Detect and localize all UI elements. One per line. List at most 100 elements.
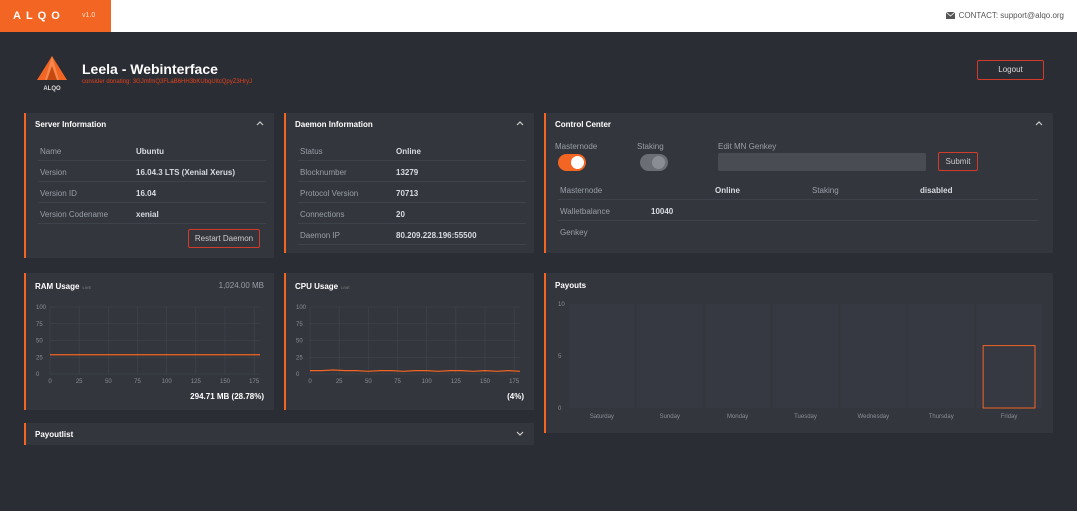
x-tick-label: Monday — [727, 414, 748, 420]
daemon-row-protocol: Protocol Version 70713 — [298, 183, 526, 203]
restart-daemon-button[interactable]: Restart Daemon — [188, 229, 260, 248]
daemon-info-panel: Daemon Information Status Online Blocknu… — [284, 113, 534, 253]
row-key: Daemon IP — [300, 231, 341, 240]
row-value: 13279 — [396, 168, 419, 177]
bar-background — [840, 304, 907, 408]
row-value: 20 — [396, 210, 405, 219]
bar-background — [636, 304, 703, 408]
bar-background — [704, 304, 771, 408]
row-value: 70713 — [396, 189, 419, 198]
y-tick-label: 50 — [296, 339, 303, 345]
x-tick-label: Friday — [1001, 414, 1018, 420]
daemon-row-connections: Connections 20 — [298, 204, 526, 224]
x-tick-label: 150 — [480, 379, 491, 385]
y-tick-label: 25 — [36, 355, 43, 361]
control-center-panel: Control Center Masternode Staking Edit M… — [544, 113, 1053, 253]
x-tick-label: 100 — [162, 379, 173, 385]
daemon-row-blocknumber: Blocknumber 13279 — [298, 162, 526, 182]
staking-toggle-label: Staking — [637, 142, 664, 151]
row-key: Staking — [812, 186, 839, 195]
control-center-title: Control Center — [555, 120, 611, 129]
row-value: 16.04 — [136, 189, 157, 198]
ram-usage-chart: 0 25 50 75 100 0 25 50 75 100 125 150 175 — [36, 305, 260, 385]
masternode-toggle[interactable] — [558, 154, 586, 171]
submit-button[interactable]: Submit — [938, 152, 978, 171]
row-key: Name — [40, 147, 62, 156]
bar-background — [976, 304, 1042, 408]
payouts-panel: Payouts 0 5 10 Saturday Sunday Monday Tuesday W… — [544, 273, 1053, 433]
x-tick-label: 75 — [394, 379, 401, 385]
payoutlist-header[interactable]: Payoutlist — [26, 423, 534, 445]
server-row-codename: Version Codename xenial — [38, 204, 266, 224]
contact-text: CONTACT: support@alqo.org — [958, 11, 1064, 20]
y-tick-label: 0 — [36, 372, 40, 378]
ram-footer: 294.71 MB (28.78%) — [190, 392, 264, 401]
x-tick-label: 50 — [105, 379, 112, 385]
x-tick-label: 175 — [509, 379, 520, 385]
row-key: Version ID — [40, 189, 77, 198]
row-value: 16.04.3 LTS (Xenial Xerus) — [136, 168, 236, 177]
row-key: Protocol Version — [300, 189, 359, 198]
row-key: Connections — [300, 210, 345, 219]
cpu-footer: (4%) — [507, 392, 524, 401]
x-tick-label: 25 — [76, 379, 83, 385]
genkey-input[interactable] — [718, 153, 926, 171]
chevron-up-icon[interactable] — [516, 119, 524, 127]
server-info-panel: Server Information Name Ubuntu Version 1… — [24, 113, 274, 258]
donate-text: consider donating: 3GJmfmQ3FLaB6HH3bKUbq… — [82, 79, 253, 85]
x-tick-label: Saturday — [590, 414, 614, 420]
toggle-knob — [571, 156, 584, 169]
payoutlist-panel[interactable]: Payoutlist — [24, 423, 534, 445]
y-tick-label: 25 — [296, 355, 303, 361]
x-tick-label: 75 — [134, 379, 141, 385]
row-key: Version — [40, 168, 67, 177]
y-tick-label: 50 — [36, 339, 43, 345]
row-value: xenial — [136, 210, 159, 219]
chevron-up-icon[interactable] — [1035, 119, 1043, 127]
daemon-info-header[interactable]: Daemon Information — [286, 113, 534, 135]
payouts-chart: 0 5 10 Saturday Sunday Monday Tuesday Wednesday… — [558, 302, 1042, 420]
chevron-up-icon[interactable] — [256, 119, 264, 127]
chevron-down-icon[interactable] — [516, 429, 524, 437]
server-row-version-id: Version ID 16.04 — [38, 183, 266, 203]
top-bar: ALQO v1.0 CONTACT: support@alqo.org — [0, 0, 1077, 32]
brand-logo[interactable]: ALQO v1.0 — [0, 0, 111, 32]
row-value: Online — [715, 186, 740, 195]
cpu-usage-panel: CPU Usage LIVE 0 25 50 75 100 0 25 50 75 100 125 150… — [284, 273, 534, 410]
row-value: 80.209.228.196:55500 — [396, 231, 477, 240]
bar-background — [908, 304, 975, 408]
staking-toggle[interactable] — [640, 154, 668, 171]
ram-usage-panel: RAM Usage LIVE 1,024.00 MB 0 25 50 75 100 0 25 5… — [24, 273, 274, 410]
x-tick-label: Thursday — [929, 414, 954, 420]
row-key: Walletbalance — [560, 207, 610, 216]
row-key: Genkey — [560, 228, 588, 237]
contact-link[interactable]: CONTACT: support@alqo.org — [945, 11, 1064, 20]
x-tick-label: 0 — [48, 379, 52, 385]
server-info-header[interactable]: Server Information — [26, 113, 274, 135]
row-value: disabled — [920, 186, 953, 195]
page-header: ALQO Leela - Webinterface consider donat… — [0, 32, 1077, 106]
server-row-name: Name Ubuntu — [38, 141, 266, 161]
y-tick-label: 100 — [36, 305, 47, 311]
genkey-label: Edit MN Genkey — [718, 142, 777, 151]
brand-version: v1.0 — [82, 12, 96, 19]
x-tick-label: 175 — [249, 379, 260, 385]
status-row-walletbalance: Walletbalance 10040 — [558, 201, 1038, 221]
cpu-usage-chart: 0 25 50 75 100 0 25 50 75 100 125 150 175 — [296, 305, 521, 385]
daemon-row-status: Status Online — [298, 141, 526, 161]
server-row-version: Version 16.04.3 LTS (Xenial Xerus) — [38, 162, 266, 182]
y-tick-label: 100 — [296, 305, 307, 311]
y-tick-label: 10 — [558, 302, 565, 308]
x-tick-label: 125 — [191, 379, 202, 385]
y-tick-label: 0 — [296, 372, 300, 378]
x-tick-label: 150 — [220, 379, 231, 385]
x-tick-label: 0 — [308, 379, 312, 385]
x-tick-label: Wednesday — [858, 414, 890, 420]
row-key: Masternode — [560, 186, 603, 195]
row-value: Ubuntu — [136, 147, 164, 156]
x-tick-label: 25 — [336, 379, 343, 385]
logo-text: ALQO — [43, 86, 61, 92]
control-center-header[interactable]: Control Center — [546, 113, 1053, 135]
logout-button[interactable]: Logout — [977, 60, 1044, 80]
y-tick-label: 75 — [36, 322, 43, 328]
